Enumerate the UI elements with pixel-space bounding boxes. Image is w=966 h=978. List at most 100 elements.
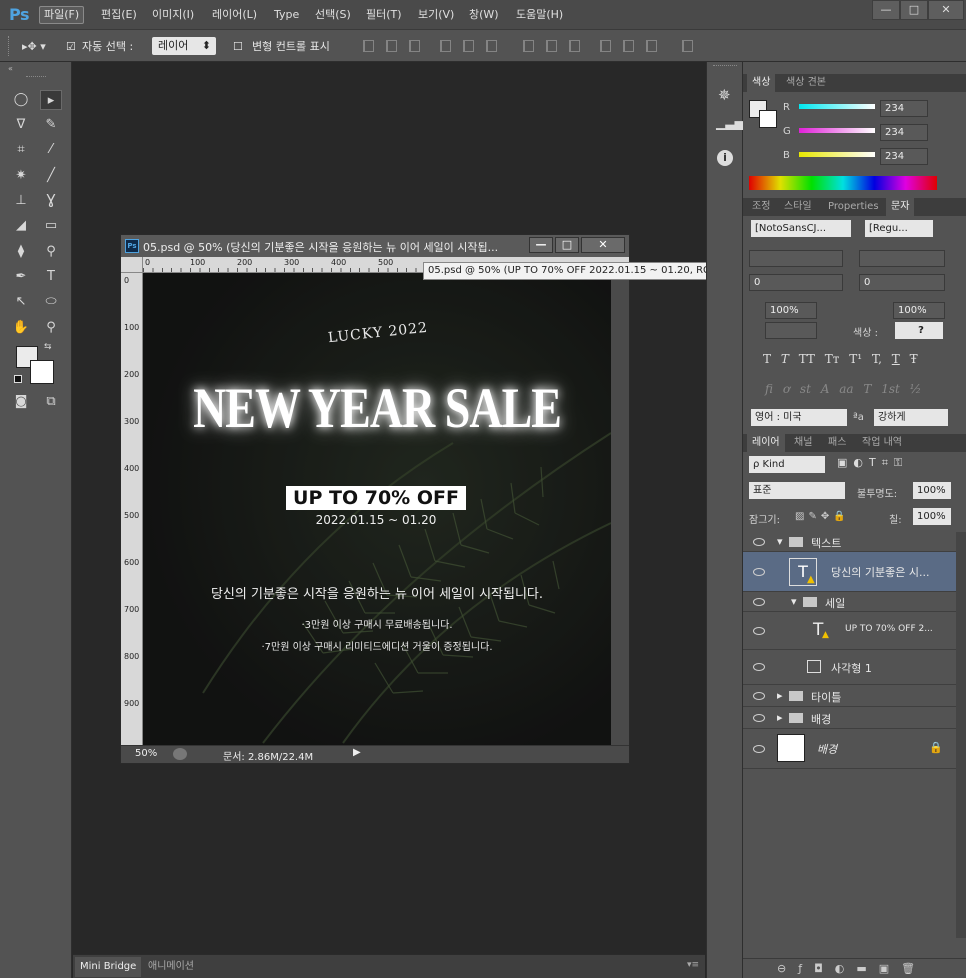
channel-b-slider[interactable]	[799, 152, 875, 157]
hand-tool-icon[interactable]: ✋	[10, 318, 32, 338]
menu-type[interactable]: Type	[270, 6, 303, 24]
tab-channels[interactable]: 채널	[789, 434, 817, 452]
info-icon[interactable]: i	[717, 150, 733, 166]
ruler-origin[interactable]	[121, 257, 143, 273]
status-info-icon[interactable]	[173, 748, 187, 760]
stamp-tool-icon[interactable]: ⊥	[10, 191, 32, 211]
tracking-field[interactable]: 0	[749, 274, 843, 291]
pen-tool-icon[interactable]: ✒	[10, 267, 32, 287]
layer-kind-filter[interactable]: ρ Kind	[749, 456, 825, 473]
blur-tool-icon[interactable]: ⧫	[10, 242, 32, 262]
layer-row[interactable]: ▸ 배경	[743, 707, 956, 729]
opentype-buttons[interactable]: fi ơ st A aa T 1st ½	[765, 382, 955, 396]
kerning-field[interactable]: 0	[859, 274, 945, 291]
expand-arrow-icon[interactable]: ▾	[777, 535, 783, 548]
menu-filter[interactable]: 필터(T)	[362, 6, 406, 24]
layer-row[interactable]: ▸ 타이틀	[743, 685, 956, 707]
layer-filter-icons[interactable]: ▣◐T⌗⚿	[837, 456, 951, 470]
zoom-level[interactable]: 50%	[135, 748, 157, 759]
doc-close-button[interactable]: ✕	[581, 237, 625, 253]
gradient-tool-icon[interactable]: ▭	[40, 216, 62, 236]
tab-adjustments[interactable]: 조정	[747, 198, 775, 216]
faux-bold-icon[interactable]: T	[763, 352, 771, 366]
channel-r-value[interactable]: 234	[880, 100, 928, 117]
align-top-icon[interactable]	[363, 40, 374, 52]
dodge-tool-icon[interactable]: ⚲	[40, 242, 62, 262]
layer-row-selected[interactable]: T ▲ 당신의 기분좋은 시...	[743, 552, 956, 592]
expand-arrow-icon[interactable]: ▾	[791, 595, 797, 608]
visibility-eye-icon[interactable]	[753, 538, 765, 546]
titling-icon[interactable]: T	[863, 382, 871, 396]
horizontal-scale-field[interactable]: 100%	[893, 302, 945, 319]
tab-layers[interactable]: 레이어	[747, 434, 785, 452]
opacity-field[interactable]: 100%	[913, 482, 951, 499]
discretionary-ligatures-icon[interactable]: st	[800, 382, 811, 396]
stylistic-alternates-icon[interactable]: aa	[839, 382, 853, 396]
layer-row[interactable]: ▾ 세일	[743, 592, 956, 612]
channel-b-value[interactable]: 234	[880, 148, 928, 165]
layer-row[interactable]: T ▲ UP TO 70% OFF 2...	[743, 612, 956, 650]
collapse-icon[interactable]: «	[8, 64, 13, 73]
minimize-button[interactable]: —	[872, 0, 900, 20]
channel-r-slider[interactable]	[799, 104, 875, 109]
align-vcenter-icon[interactable]	[386, 40, 397, 52]
lasso-tool-icon[interactable]: ᐁ	[10, 115, 32, 135]
swash-icon[interactable]: A	[821, 382, 830, 396]
ligatures-icon[interactable]: fi	[765, 382, 773, 396]
layer-row[interactable]: ▾ 텍스트	[743, 532, 956, 552]
screen-mode-icon[interactable]: ⧉	[40, 392, 62, 412]
status-menu-arrow-icon[interactable]: ▶	[353, 747, 361, 758]
restore-button[interactable]: □	[900, 0, 928, 20]
font-size-field[interactable]	[749, 250, 843, 267]
expand-arrow-icon[interactable]: ▸	[777, 689, 783, 702]
color-spectrum-ramp[interactable]	[749, 176, 937, 190]
font-style-select[interactable]: [Regu...	[865, 220, 933, 237]
shape-tool-icon[interactable]: ⬭	[40, 292, 62, 312]
doc-vertical-scroll[interactable]	[611, 273, 629, 745]
subscript-icon[interactable]: T,	[872, 352, 882, 366]
superscript-icon[interactable]: T¹	[849, 352, 862, 366]
distribute-left-icon[interactable]	[600, 40, 611, 52]
language-select[interactable]: 영어 : 미국	[751, 409, 847, 426]
distribute-hcenter-icon[interactable]	[623, 40, 634, 52]
antialias-select[interactable]: 강하게	[874, 409, 948, 426]
menu-edit[interactable]: 편집(E)	[97, 6, 141, 24]
distribute-top-icon[interactable]	[523, 40, 534, 52]
align-right-icon[interactable]	[486, 40, 497, 52]
all-caps-icon[interactable]: TT	[799, 352, 815, 366]
lock-icons[interactable]: ▨✎✥🔒	[795, 511, 850, 522]
visibility-eye-icon[interactable]	[753, 692, 765, 700]
small-caps-icon[interactable]: Tт	[825, 352, 840, 366]
auto-align-icon[interactable]	[682, 40, 693, 52]
tab-color[interactable]: 색상	[747, 74, 776, 92]
layers-footer-icons[interactable]: ⊖ƒ◘◐▬▣🗑	[743, 958, 966, 978]
distribute-right-icon[interactable]	[646, 40, 657, 52]
doc-minimize-button[interactable]: —	[529, 237, 553, 253]
layer-row[interactable]: 배경 🔒	[743, 729, 956, 769]
expand-arrow-icon[interactable]: ▸	[777, 711, 783, 724]
visibility-eye-icon[interactable]	[753, 663, 765, 671]
marquee-tool-icon[interactable]: ◯	[10, 90, 32, 110]
old-style-icon[interactable]: ơ	[783, 382, 790, 396]
visibility-eye-icon[interactable]	[753, 627, 765, 635]
move-tool-icon[interactable]: ▸	[40, 90, 62, 110]
healing-brush-icon[interactable]: ✷	[10, 166, 32, 186]
visibility-eye-icon[interactable]	[753, 745, 765, 753]
visibility-eye-icon[interactable]	[753, 568, 765, 576]
vertical-ruler[interactable]: 0 100 200 300 400 500 600 700 800 900	[121, 273, 143, 745]
history-brush-icon[interactable]: Ɣ	[40, 191, 62, 211]
tab-mini-bridge[interactable]: Mini Bridge	[75, 957, 142, 977]
auto-select-dropdown[interactable]: 레이어 ⬍	[152, 37, 216, 55]
brush-tool-icon[interactable]: ╱	[40, 166, 62, 186]
channel-g-slider[interactable]	[799, 128, 875, 133]
align-hcenter-icon[interactable]	[463, 40, 474, 52]
tab-character[interactable]: 문자	[886, 198, 915, 216]
menu-help[interactable]: 도움말(H)	[512, 6, 567, 24]
navigator-icon[interactable]: ✵	[718, 86, 731, 104]
tab-paths[interactable]: 패스	[823, 434, 851, 452]
panel-menu-icon[interactable]: ▾≡	[687, 960, 699, 970]
tab-swatches[interactable]: 색상 견본	[781, 74, 831, 92]
quick-mask-icon[interactable]: ◙	[10, 392, 32, 412]
text-color-swatch[interactable]: ?	[895, 322, 943, 339]
blend-mode-select[interactable]: 표준	[749, 482, 845, 499]
